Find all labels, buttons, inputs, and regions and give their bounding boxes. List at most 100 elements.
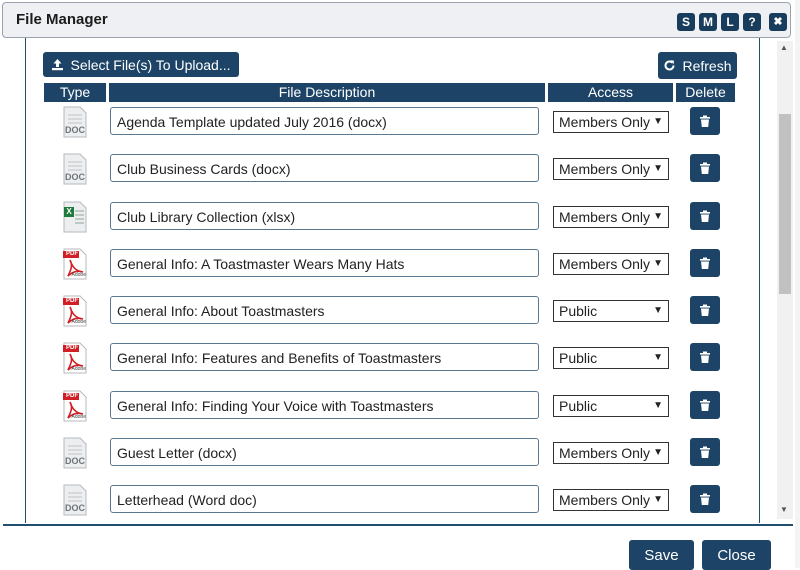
scroll-down-icon[interactable]: ▼ xyxy=(780,505,788,514)
trash-icon xyxy=(700,399,710,411)
doc-file-icon: DOC xyxy=(62,437,88,469)
column-header-type: Type xyxy=(44,83,106,102)
help-button[interactable]: ? xyxy=(743,13,761,31)
pdf-badge-text: PDF xyxy=(66,298,78,304)
column-header-access: Access xyxy=(548,83,673,102)
upload-icon xyxy=(52,59,64,71)
dropdown-arrow-icon: ▼ xyxy=(653,400,663,411)
pdf-file-icon: Adobe PDF xyxy=(62,342,88,374)
pdf-file-icon: Adobe PDF xyxy=(62,248,88,280)
close-window-button[interactable]: ✖ xyxy=(769,13,787,31)
file-description-input[interactable]: Guest Letter (docx) xyxy=(110,438,539,466)
refresh-icon xyxy=(665,60,675,71)
refresh-button[interactable]: Refresh xyxy=(658,52,737,79)
table-row: X Club Library Collection (xlsx) Members O… xyxy=(44,201,744,233)
delete-file-button[interactable] xyxy=(690,485,720,513)
trash-icon xyxy=(700,304,710,316)
select-files-label: Select File(s) To Upload... xyxy=(70,56,231,73)
delete-file-button[interactable] xyxy=(690,391,720,419)
file-description-input[interactable]: Letterhead (Word doc) xyxy=(110,485,539,513)
access-select-value: Public xyxy=(559,398,598,414)
dropdown-arrow-icon: ▼ xyxy=(653,447,663,458)
delete-file-button[interactable] xyxy=(690,107,720,135)
dropdown-arrow-icon: ▼ xyxy=(653,305,663,316)
doc-badge-text: DOC xyxy=(65,172,85,182)
delete-file-button[interactable] xyxy=(690,154,720,182)
access-select-value: Members Only xyxy=(559,445,651,461)
excel-file-icon: X xyxy=(62,201,88,233)
access-select-value: Members Only xyxy=(559,209,651,225)
file-description-input[interactable]: Club Library Collection (xlsx) xyxy=(110,202,539,230)
trash-icon xyxy=(700,210,710,222)
size-small-button[interactable]: S xyxy=(677,13,695,31)
trash-icon xyxy=(700,351,710,363)
select-files-button[interactable]: Select File(s) To Upload... xyxy=(43,52,239,77)
window-title: File Manager xyxy=(16,11,108,28)
table-row: DOC Guest Letter (docx) Members Only ▼ xyxy=(44,437,744,469)
delete-file-button[interactable] xyxy=(690,249,720,277)
pdf-badge-text: PDF xyxy=(66,345,78,351)
file-description-input[interactable]: General Info: A Toastmaster Wears Many H… xyxy=(110,249,539,277)
access-select-value: Public xyxy=(559,350,598,366)
table-row: Adobe PDF General Info: Finding Your Voice… xyxy=(44,390,744,422)
access-select[interactable]: Members Only ▼ xyxy=(553,489,669,511)
dropdown-arrow-icon: ▼ xyxy=(653,352,663,363)
refresh-label: Refresh xyxy=(682,57,732,74)
table-row: DOC Club Business Cards (docx) Members Onl… xyxy=(44,153,744,185)
dropdown-arrow-icon: ▼ xyxy=(653,163,663,174)
access-select[interactable]: Public ▼ xyxy=(553,347,669,369)
dropdown-arrow-icon: ▼ xyxy=(653,116,663,127)
scroll-up-icon[interactable]: ▲ xyxy=(780,43,788,52)
pdf-sub-text: Adobe xyxy=(71,366,86,372)
trash-icon xyxy=(700,446,710,458)
doc-file-icon: DOC xyxy=(62,484,88,516)
access-select[interactable]: Public ▼ xyxy=(553,300,669,322)
access-select-value: Members Only xyxy=(559,492,651,508)
column-header-delete: Delete xyxy=(676,83,735,102)
access-select[interactable]: Members Only ▼ xyxy=(553,253,669,275)
delete-file-button[interactable] xyxy=(690,343,720,371)
doc-badge-text: DOC xyxy=(65,503,85,513)
access-select[interactable]: Members Only ▼ xyxy=(553,442,669,464)
dropdown-arrow-icon: ▼ xyxy=(653,494,663,505)
table-row: Adobe PDF General Info: A Toastmaster Wear… xyxy=(44,248,744,280)
access-select-value: Members Only xyxy=(559,161,651,177)
access-select-value: Public xyxy=(559,303,598,319)
file-description-input[interactable]: General Info: Features and Benefits of T… xyxy=(110,343,539,371)
size-medium-button[interactable]: M xyxy=(699,13,717,31)
dropdown-arrow-icon: ▼ xyxy=(653,258,663,269)
access-select-value: Members Only xyxy=(559,256,651,272)
pdf-file-icon: Adobe PDF xyxy=(62,390,88,422)
pdf-badge-text: PDF xyxy=(66,251,78,257)
column-header-description: File Description xyxy=(109,83,545,102)
delete-file-button[interactable] xyxy=(690,296,720,324)
access-select[interactable]: Members Only ▼ xyxy=(553,206,669,228)
trash-icon xyxy=(700,115,710,127)
file-description-input[interactable]: Club Business Cards (docx) xyxy=(110,154,539,182)
doc-file-icon: DOC xyxy=(62,153,88,185)
pdf-sub-text: Adobe xyxy=(71,272,86,278)
table-row: DOC Agenda Template updated July 2016 (do… xyxy=(44,106,744,138)
size-large-button[interactable]: L xyxy=(721,13,739,31)
excel-badge-text: X xyxy=(66,207,72,216)
access-select[interactable]: Public ▼ xyxy=(553,395,669,417)
table-row: DOC Letterhead (Word doc) Members Only ▼ xyxy=(44,484,744,516)
access-select[interactable]: Members Only ▼ xyxy=(553,111,669,133)
delete-file-button[interactable] xyxy=(690,202,720,230)
scrollbar-thumb[interactable] xyxy=(779,114,791,294)
file-description-input[interactable]: General Info: About Toastmasters xyxy=(110,296,539,324)
trash-icon xyxy=(700,257,710,269)
footer-divider xyxy=(3,524,793,526)
save-button[interactable]: Save xyxy=(629,540,694,570)
doc-badge-text: DOC xyxy=(65,456,85,466)
window-edge xyxy=(795,0,800,568)
file-description-input[interactable]: Agenda Template updated July 2016 (docx) xyxy=(110,107,539,135)
pdf-badge-text: PDF xyxy=(66,393,78,399)
table-row: Adobe PDF General Info: Features and Benef… xyxy=(44,342,744,374)
doc-file-icon: DOC xyxy=(62,106,88,138)
file-description-input[interactable]: General Info: Finding Your Voice with To… xyxy=(110,391,539,419)
close-button[interactable]: Close xyxy=(702,540,771,570)
delete-file-button[interactable] xyxy=(690,438,720,466)
access-select[interactable]: Members Only ▼ xyxy=(553,158,669,180)
trash-icon xyxy=(700,162,710,174)
